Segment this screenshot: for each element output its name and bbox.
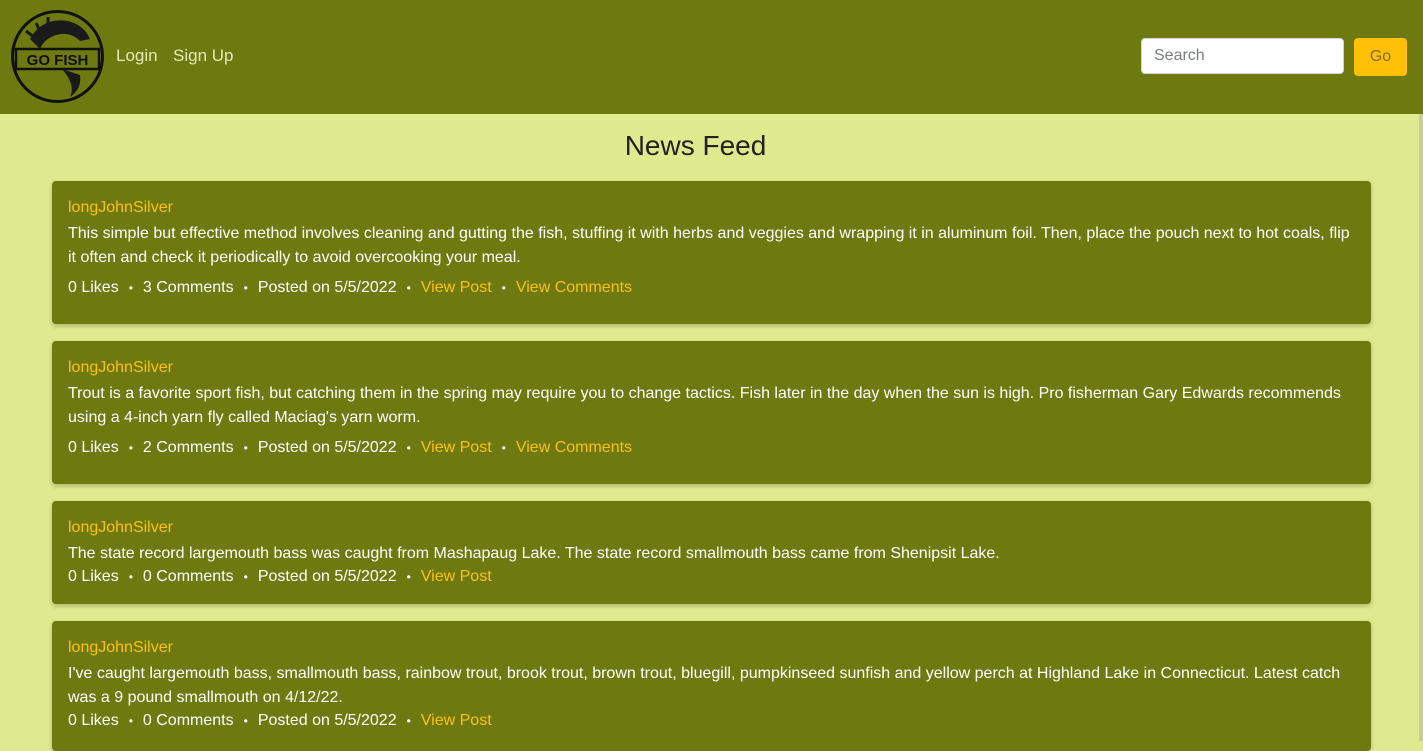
comments-count: 2 Comments xyxy=(142,439,234,457)
post-meta: 0 Likes • 3 Comments • Posted on 5/5/2022 • Vi… xyxy=(68,277,1355,299)
separator-dot: • xyxy=(128,441,133,455)
separator-dot: • xyxy=(243,441,248,455)
post-author-link[interactable]: longJohnSilver xyxy=(68,198,1355,218)
separator-dot: • xyxy=(406,714,411,728)
posted-date: Posted on 5/5/2022 xyxy=(257,712,397,730)
scrollbar-thumb[interactable] xyxy=(1419,0,1423,114)
separator-dot: • xyxy=(406,441,411,455)
go-button[interactable]: Go xyxy=(1354,38,1407,76)
comments-count: 0 Comments xyxy=(142,568,234,586)
post-body: The state record largemouth bass was cau… xyxy=(68,545,1000,562)
post-card: longJohnSilver Trout is a favorite sport… xyxy=(52,341,1371,484)
view-post-link[interactable]: View Post xyxy=(421,437,492,459)
page-title: News Feed xyxy=(624,130,767,161)
post-meta: 0 Likes • 2 Comments • Posted on 5/5/2022 • Vi… xyxy=(68,437,1355,459)
likes-count: 0 Likes xyxy=(68,712,119,730)
separator-dot: • xyxy=(501,441,506,455)
posted-date: Posted on 5/5/2022 xyxy=(257,279,397,297)
post-meta: 0 Likes • 0 Comments • Posted on 5/5/2022 • Vi… xyxy=(68,566,1355,588)
separator-dot: • xyxy=(501,281,506,295)
view-comments-link[interactable]: View Comments xyxy=(516,437,632,459)
view-post-link[interactable]: View Post xyxy=(421,566,492,588)
view-comments-link[interactable]: View Comments xyxy=(516,277,632,299)
signup-link[interactable]: Sign Up xyxy=(173,45,233,67)
post-body: I've caught largemouth bass, smallmouth … xyxy=(68,665,1341,706)
view-post-link[interactable]: View Post xyxy=(421,277,492,299)
separator-dot: • xyxy=(406,281,411,295)
page-scrollbar[interactable] xyxy=(1419,0,1423,741)
post-card: longJohnSilver This simple but effective… xyxy=(52,181,1371,324)
post-author-link[interactable]: longJohnSilver xyxy=(68,518,1355,538)
posted-date: Posted on 5/5/2022 xyxy=(257,568,397,586)
top-navbar: GO FISH Login Sign Up Go xyxy=(0,0,1419,114)
likes-count: 0 Likes xyxy=(68,568,119,586)
search-input[interactable] xyxy=(1141,38,1344,74)
likes-count: 0 Likes xyxy=(68,279,119,297)
svg-text:GO FISH: GO FISH xyxy=(27,52,89,69)
comments-count: 3 Comments xyxy=(142,279,234,297)
post-card: longJohnSilver I've caught largemouth ba… xyxy=(52,621,1371,751)
separator-dot: • xyxy=(128,714,133,728)
separator-dot: • xyxy=(128,281,133,295)
post-body: Trout is a favorite sport fish, but catc… xyxy=(68,385,1341,426)
separator-dot: • xyxy=(128,570,133,584)
login-link[interactable]: Login xyxy=(116,45,158,67)
post-author-link[interactable]: longJohnSilver xyxy=(68,358,1355,378)
likes-count: 0 Likes xyxy=(68,439,119,457)
separator-dot: • xyxy=(243,281,248,295)
posted-date: Posted on 5/5/2022 xyxy=(257,439,397,457)
separator-dot: • xyxy=(243,714,248,728)
post-meta: 0 Likes • 0 Comments • Posted on 5/5/2022 • Vi… xyxy=(68,710,1355,732)
separator-dot: • xyxy=(406,570,411,584)
post-body: This simple but effective method involve… xyxy=(68,225,1350,266)
view-post-link[interactable]: View Post xyxy=(421,710,492,732)
go-fish-logo[interactable]: GO FISH xyxy=(10,9,105,104)
post-card: longJohnSilver The state record largemou… xyxy=(52,501,1371,604)
post-author-link[interactable]: longJohnSilver xyxy=(68,638,1355,658)
comments-count: 0 Comments xyxy=(142,712,234,730)
separator-dot: • xyxy=(243,570,248,584)
